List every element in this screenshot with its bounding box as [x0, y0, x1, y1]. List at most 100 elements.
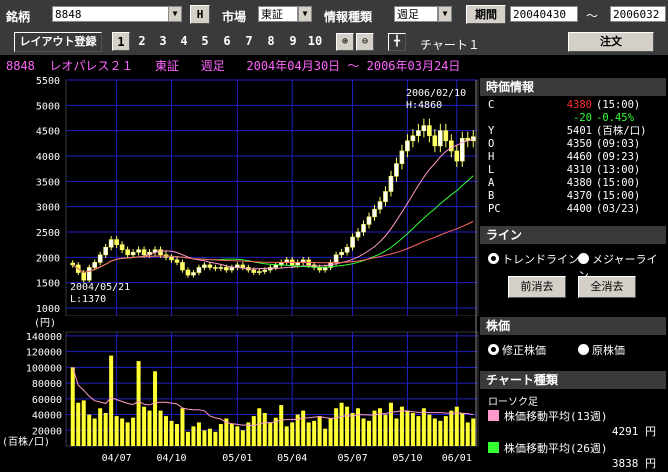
- period-button[interactable]: 期間: [466, 5, 506, 24]
- candle-body: [306, 259, 311, 266]
- candle-body: [185, 269, 191, 276]
- quote-time: (03/23): [596, 203, 641, 215]
- trendline-radio[interactable]: トレンドライン: [488, 251, 579, 267]
- layout-register-button[interactable]: レイアウト登録: [14, 32, 102, 52]
- candle-body: [70, 262, 76, 266]
- quote-value: 4460: [566, 151, 592, 163]
- volume-bar: [229, 423, 234, 446]
- candle-body: [405, 140, 410, 152]
- quote-time: (13:00): [596, 164, 641, 176]
- volume-tick-label: 100000: [26, 363, 62, 374]
- candle-body: [311, 264, 317, 268]
- volume-bar: [136, 361, 141, 446]
- trendline-label: トレンドライン: [502, 253, 579, 266]
- stock-dropdown-icon[interactable]: ▼: [168, 6, 182, 22]
- adjusted-price-radio[interactable]: 修正株価: [488, 342, 546, 358]
- candle-body: [465, 137, 471, 142]
- layout-slot-3[interactable]: 3: [154, 32, 172, 51]
- volume-bar: [301, 410, 306, 446]
- volume-bar: [262, 412, 267, 446]
- x-tick-label: 05/01: [222, 453, 252, 464]
- info-type-select[interactable]: 週足: [394, 6, 438, 22]
- date-to-input[interactable]: 2006032: [610, 6, 666, 22]
- clear-all-button[interactable]: 全消去: [578, 276, 636, 298]
- volume-bar: [98, 408, 103, 446]
- volume-tick-label: 140000: [26, 332, 62, 343]
- ma26-label: 株価移動平均(26週): [504, 442, 608, 455]
- order-button[interactable]: 注文: [568, 32, 654, 52]
- chart-type-sub: ローソク足: [488, 397, 538, 408]
- quote-value: 4400: [566, 203, 592, 215]
- layout-slot-1[interactable]: 1: [112, 32, 130, 51]
- candle-body: [355, 231, 361, 238]
- candle-body: [158, 249, 163, 256]
- layout-slot-2[interactable]: 2: [133, 32, 151, 51]
- quote-value: 5401: [566, 125, 592, 137]
- x-tick-label: 05/04: [277, 453, 307, 464]
- adjusted-price-label: 修正株価: [502, 344, 546, 357]
- price-tick-label: 2500: [36, 228, 60, 239]
- candle-body: [169, 257, 174, 261]
- layout-slot-6[interactable]: 6: [218, 32, 236, 51]
- candle-body: [350, 236, 355, 248]
- ma26-swatch[interactable]: [488, 442, 499, 453]
- layout-slot-10[interactable]: 10: [304, 32, 326, 51]
- layout-slot-5[interactable]: 5: [196, 32, 214, 51]
- quote-time: (百株/口): [596, 125, 647, 137]
- quote-time: (15:00): [596, 99, 641, 111]
- volume-bar: [377, 408, 382, 446]
- stock-code-input[interactable]: 8848: [52, 6, 170, 22]
- quote-value: 4380: [566, 99, 592, 111]
- candle-body: [136, 249, 141, 253]
- layout-slot-7[interactable]: 7: [240, 32, 258, 51]
- crosshair-icon[interactable]: ╋: [388, 33, 406, 51]
- info-type-label: 情報種類: [324, 10, 373, 24]
- zoom-out-icon[interactable]: ⊖: [356, 33, 374, 51]
- quote-time: (15:00): [596, 177, 641, 189]
- volume-bar: [81, 400, 86, 446]
- layout-slot-8[interactable]: 8: [262, 32, 280, 51]
- candle-body: [251, 269, 257, 273]
- price-tick-label: 3000: [36, 203, 60, 214]
- volume-bar: [454, 406, 459, 446]
- volume-bar: [339, 402, 344, 446]
- volume-bar: [218, 423, 223, 446]
- date-from-input[interactable]: 20040430: [510, 6, 578, 22]
- candle-body: [196, 267, 202, 273]
- layout-slot-9[interactable]: 9: [284, 32, 302, 51]
- radio-off-icon: [578, 253, 589, 264]
- volume-bar: [306, 422, 311, 446]
- clear-previous-button[interactable]: 前消去: [508, 276, 566, 298]
- candle-body: [454, 150, 460, 162]
- x-tick-label: 06/01: [442, 453, 472, 464]
- volume-bar: [361, 418, 366, 446]
- candle-body: [416, 130, 421, 137]
- candle-body: [147, 251, 152, 256]
- volume-bar: [125, 422, 130, 446]
- candle-body: [339, 251, 344, 256]
- candle-body: [322, 267, 328, 271]
- raw-price-radio[interactable]: 原株価: [578, 342, 625, 358]
- quote-key: B: [488, 190, 495, 202]
- volume-bar: [323, 428, 328, 446]
- market-select[interactable]: 東証: [258, 6, 298, 22]
- ma13-swatch[interactable]: [488, 410, 499, 421]
- market-dropdown-icon[interactable]: ▼: [298, 6, 312, 22]
- volume-bar: [109, 355, 114, 446]
- h-button[interactable]: H: [190, 5, 210, 24]
- quote-value: -20: [573, 112, 592, 124]
- zoom-in-icon[interactable]: ⊕: [336, 33, 354, 51]
- candle-body: [218, 267, 224, 269]
- candle-body: [427, 125, 432, 137]
- candle-body: [388, 175, 394, 192]
- layout-slot-4[interactable]: 4: [175, 32, 193, 51]
- volume-bar: [114, 416, 119, 446]
- candle-body: [130, 251, 136, 256]
- candle-body: [256, 271, 262, 273]
- info-type-dropdown-icon[interactable]: ▼: [438, 6, 452, 22]
- volume-bar: [471, 418, 476, 446]
- volume-bar: [268, 422, 273, 446]
- candle-body: [377, 201, 383, 210]
- volume-bar: [273, 417, 278, 446]
- volume-bar: [312, 420, 317, 446]
